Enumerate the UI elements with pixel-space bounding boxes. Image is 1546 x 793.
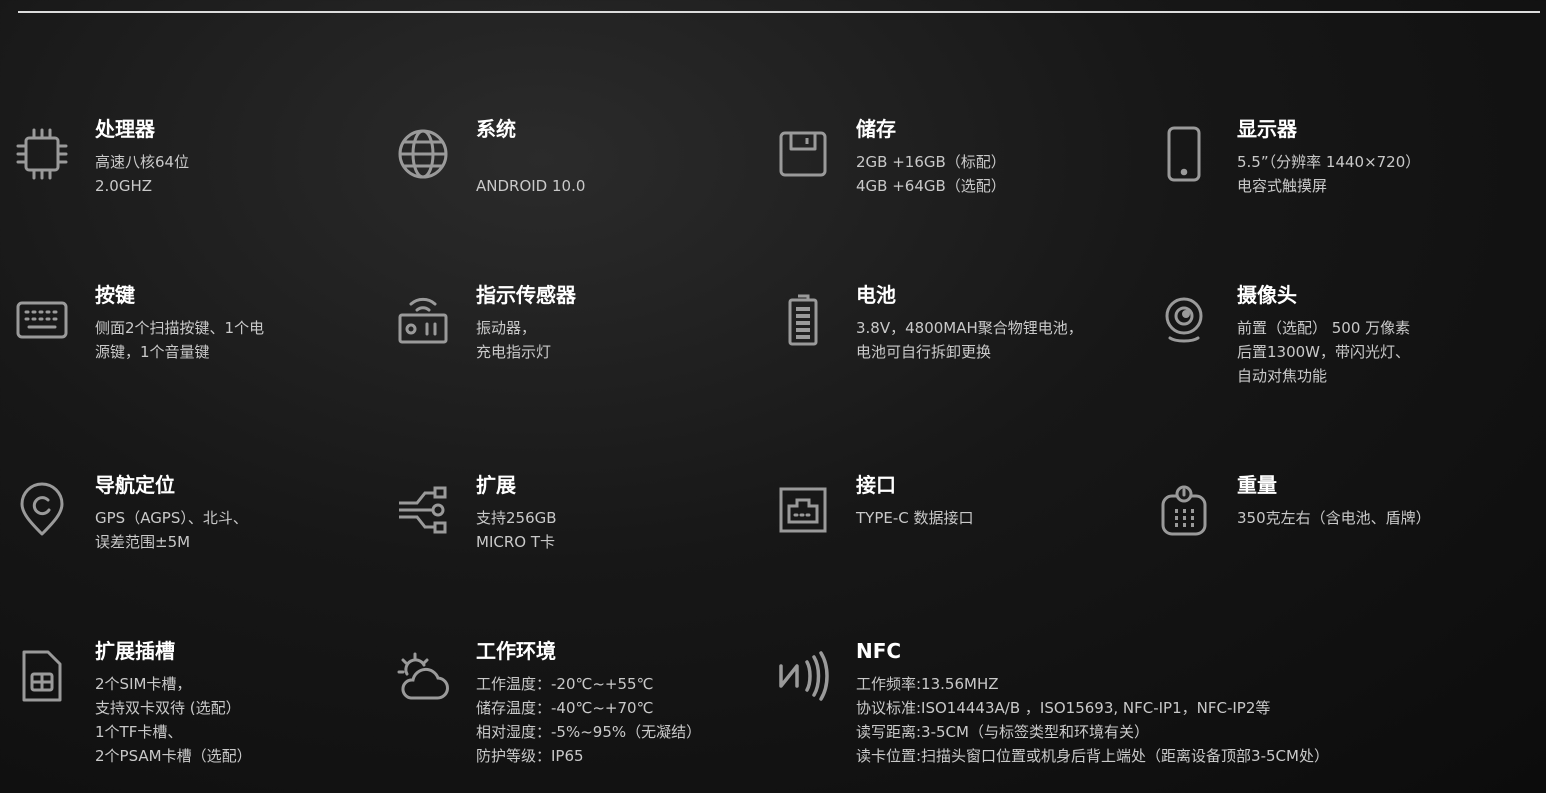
spec-title: 重量 xyxy=(1237,473,1277,497)
spec-line: 读卡位置:扫描头窗口位置或机身后背上端处（距离设备顶部3-5CM处） xyxy=(856,747,1329,765)
webcam-icon xyxy=(1158,294,1210,346)
smartphone-icon xyxy=(1158,126,1210,182)
globe-icon xyxy=(397,128,449,180)
scale-icon xyxy=(1158,484,1210,536)
spec-line: 工作频率:13.56MHZ xyxy=(856,675,999,693)
spec-lines: 5.5”（分辨率 1440×720） 电容式触摸屏 xyxy=(1237,150,1546,198)
spec-line: 自动对焦功能 xyxy=(1237,367,1328,385)
spec-line: 5.5”（分辨率 1440×720） xyxy=(1237,153,1421,171)
network-expand-icon xyxy=(397,484,449,536)
spec-lines: 工作频率:13.56MHZ 协议标准:ISO14443A/B ，ISO15693,… xyxy=(856,672,1476,768)
spec-title: 显示器 xyxy=(1237,117,1297,141)
keyboard-icon xyxy=(16,294,68,346)
spec-body: 重量 350克左右（含电池、盾牌） xyxy=(1237,470,1546,530)
spec-lines: 350克左右（含电池、盾牌） xyxy=(1237,506,1546,530)
spec-line: 后置1300W，带闪光灯、 xyxy=(1237,343,1411,361)
battery-icon xyxy=(777,294,829,346)
spec-body: 显示器 5.5”（分辨率 1440×720） 电容式触摸屏 xyxy=(1237,114,1546,198)
ethernet-port-icon xyxy=(777,484,829,536)
sensor-icon xyxy=(397,294,449,346)
spec-title: NFC xyxy=(856,639,902,663)
spec-lines: 前置（选配） 500 万像素 后置1300W，带闪光灯、 自动对焦功能 xyxy=(1237,316,1546,388)
spec-title: 摄像头 xyxy=(1237,283,1297,307)
spec-body: 摄像头前置（选配） 500 万像素 后置1300W，带闪光灯、 自动对焦功能 xyxy=(1237,280,1546,388)
location-pin-icon xyxy=(16,482,68,536)
cpu-icon xyxy=(16,128,68,180)
spec-line: 350克左右（含电池、盾牌） xyxy=(1237,509,1431,527)
weather-cloud-sun-icon xyxy=(397,650,449,702)
spec-line: 读写距离:3-5CM（与标签类型和环境有关） xyxy=(856,723,1149,741)
spec-line: 协议标准:ISO14443A/B ，ISO15693, NFC-IP1，NFC-… xyxy=(856,699,1271,717)
spec-body: NFC 工作频率:13.56MHZ 协议标准:ISO14443A/B ，ISO156… xyxy=(856,636,1476,768)
nfc-icon xyxy=(777,650,829,702)
floppy-disk-icon xyxy=(777,128,829,180)
top-divider xyxy=(18,11,1540,13)
spec-line: 前置（选配） 500 万像素 xyxy=(1237,319,1411,337)
spec-line: 电容式触摸屏 xyxy=(1237,177,1328,195)
sim-card-icon xyxy=(16,650,68,702)
